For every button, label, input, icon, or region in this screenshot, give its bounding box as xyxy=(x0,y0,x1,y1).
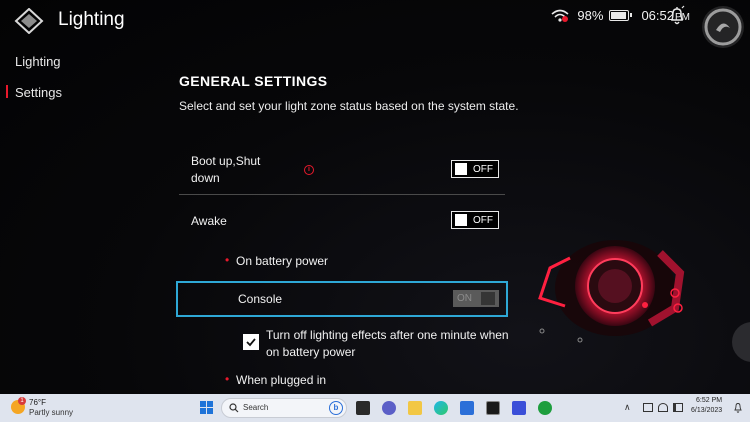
wifi-tray-icon[interactable] xyxy=(658,403,668,412)
battery-power-label: On battery power xyxy=(236,254,329,268)
toggle-knob xyxy=(455,163,467,175)
checkmark-icon xyxy=(246,338,256,347)
scroll-edge-button[interactable] xyxy=(732,322,750,362)
weather-condition[interactable]: Partly sunny xyxy=(29,408,73,417)
volume-icon[interactable] xyxy=(673,403,683,412)
site-watermark-badge xyxy=(702,6,744,48)
app-title: Lighting xyxy=(58,9,125,30)
bing-icon[interactable]: b xyxy=(329,401,343,415)
search-icon xyxy=(229,403,239,413)
task-view-icon[interactable] xyxy=(356,401,370,415)
battery-lighting-checkbox[interactable] xyxy=(243,334,259,350)
notification-bell-icon[interactable] xyxy=(733,402,743,413)
chat-icon[interactable] xyxy=(382,401,396,415)
toggle-state: OFF xyxy=(473,214,493,226)
clock-date[interactable]: 6/13/2023 xyxy=(691,407,722,414)
toggle-state: OFF xyxy=(473,163,493,175)
tray-chevron-icon[interactable]: ∧ xyxy=(624,402,631,413)
store-icon[interactable] xyxy=(460,401,474,415)
rog-ally-hero-image xyxy=(538,240,685,343)
edge-icon[interactable] xyxy=(434,401,448,415)
bell-icon[interactable] xyxy=(668,5,686,27)
battery-icon xyxy=(609,10,633,21)
battery-percent: 98% xyxy=(577,8,604,23)
sidebar-selected-marker xyxy=(6,85,8,98)
boot-shutdown-label: Boot up,Shut down xyxy=(191,154,261,185)
xbox-icon[interactable] xyxy=(538,401,552,415)
clock-time[interactable]: 6:52 PM xyxy=(696,397,722,404)
sidebar-item-settings[interactable]: Settings xyxy=(15,85,62,100)
tray-display-icon[interactable] xyxy=(643,403,653,412)
search-placeholder: Search xyxy=(243,403,269,412)
console-toggle[interactable]: ON xyxy=(453,290,499,307)
editor-icon[interactable] xyxy=(512,401,526,415)
watermark-logo-icon xyxy=(704,8,742,46)
windows-taskbar: 1 76°F Partly sunny Search b ∧ 6:52 PM 6… xyxy=(0,394,750,422)
awake-label: Awake xyxy=(191,214,227,228)
sidebar-item-lighting[interactable]: Lighting xyxy=(15,54,61,69)
console-row[interactable]: Console ON xyxy=(176,281,508,317)
checkbox-label: Turn off lighting effects after one minu… xyxy=(266,328,509,359)
armoury-crate-logo-icon xyxy=(14,8,44,34)
armoury-crate-icon[interactable] xyxy=(486,401,500,415)
plugged-in-label: When plugged in xyxy=(236,373,327,387)
bullet-dot: • xyxy=(225,253,230,267)
wifi-alert-icon xyxy=(551,9,569,22)
weather-temp[interactable]: 76°F xyxy=(29,398,46,407)
awake-toggle[interactable]: OFF xyxy=(451,211,499,229)
start-icon[interactable] xyxy=(200,401,214,415)
divider xyxy=(179,194,505,195)
bullet-dot: • xyxy=(225,372,230,386)
info-icon[interactable]: i xyxy=(304,165,314,175)
toggle-knob xyxy=(455,214,467,226)
boot-shutdown-toggle[interactable]: OFF xyxy=(451,160,499,178)
folder-icon[interactable] xyxy=(408,401,422,415)
console-label: Console xyxy=(238,292,283,306)
weather-badge: 1 xyxy=(18,397,26,405)
lighting-app-window: Lighting 98% 06:52PM Lighting Settings G… xyxy=(0,0,750,394)
toggle-state: ON xyxy=(457,293,472,304)
section-title: GENERAL SETTINGS xyxy=(179,73,328,89)
toggle-knob xyxy=(481,292,495,305)
search-input[interactable]: Search b xyxy=(221,398,347,418)
section-description: Select and set your light zone status ba… xyxy=(179,99,519,113)
